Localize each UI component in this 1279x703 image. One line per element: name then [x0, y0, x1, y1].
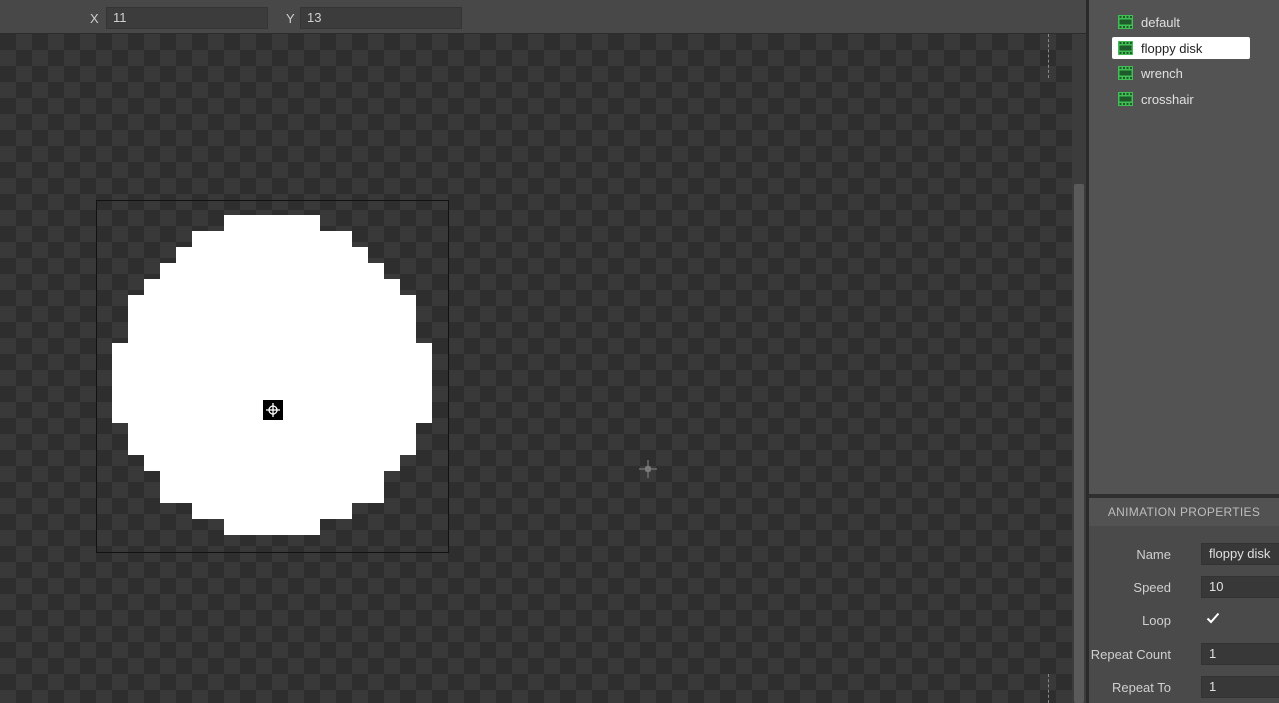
y-coordinate-input[interactable]: 13 — [300, 7, 462, 29]
coordinate-bar: X 11 Y 13 — [0, 0, 1086, 34]
repeat-to-input[interactable]: 1 — [1201, 676, 1279, 698]
origin-marker[interactable] — [263, 400, 283, 420]
repeat-count-input[interactable]: 1 — [1201, 643, 1279, 665]
animation-item-label: floppy disk — [1141, 41, 1203, 56]
loop-label: Loop — [1142, 613, 1171, 628]
animation-item-label: wrench — [1141, 66, 1183, 81]
name-input[interactable]: floppy disk — [1201, 543, 1279, 565]
speed-label: Speed — [1133, 580, 1171, 595]
animation-item-label: default — [1141, 15, 1181, 30]
sprite-circle-pixels — [112, 215, 432, 535]
film-strip-icon — [1118, 15, 1133, 29]
x-coordinate-input[interactable]: 11 — [106, 7, 268, 29]
y-coordinate-label: Y — [286, 11, 295, 26]
move-cursor-icon — [639, 460, 657, 478]
crosshair-target-icon — [266, 403, 280, 417]
animation-properties-panel: ANIMATION PROPERTIES Name floppy disk Sp… — [1089, 498, 1279, 703]
checkmark-icon — [1206, 612, 1220, 624]
loop-checkbox[interactable] — [1205, 610, 1221, 626]
mouse-cursor — [638, 459, 658, 479]
animation-item[interactable]: default — [1112, 11, 1250, 33]
film-strip-icon — [1118, 66, 1133, 80]
sprite-shape — [112, 215, 432, 535]
sprite-canvas[interactable] — [0, 34, 1072, 703]
properties-header: ANIMATION PROPERTIES — [1089, 498, 1279, 526]
name-label: Name — [1136, 547, 1171, 562]
x-coordinate-label: X — [90, 11, 99, 26]
animation-item[interactable]: floppy disk — [1112, 37, 1250, 59]
animation-item[interactable]: wrench — [1112, 62, 1250, 84]
film-strip-icon — [1118, 41, 1133, 55]
repeat-count-label: Repeat Count — [1090, 647, 1171, 662]
animation-item[interactable]: crosshair — [1112, 88, 1250, 110]
speed-input[interactable]: 10 — [1201, 576, 1279, 598]
scrollbar-thumb[interactable] — [1074, 184, 1084, 703]
repeat-to-label: Repeat To — [1111, 680, 1171, 695]
canvas-vertical-scrollbar[interactable] — [1072, 34, 1086, 703]
film-strip-icon — [1118, 92, 1133, 106]
animation-list: default floppy disk wrench crosshair — [1089, 0, 1279, 494]
animation-item-label: crosshair — [1141, 92, 1194, 107]
